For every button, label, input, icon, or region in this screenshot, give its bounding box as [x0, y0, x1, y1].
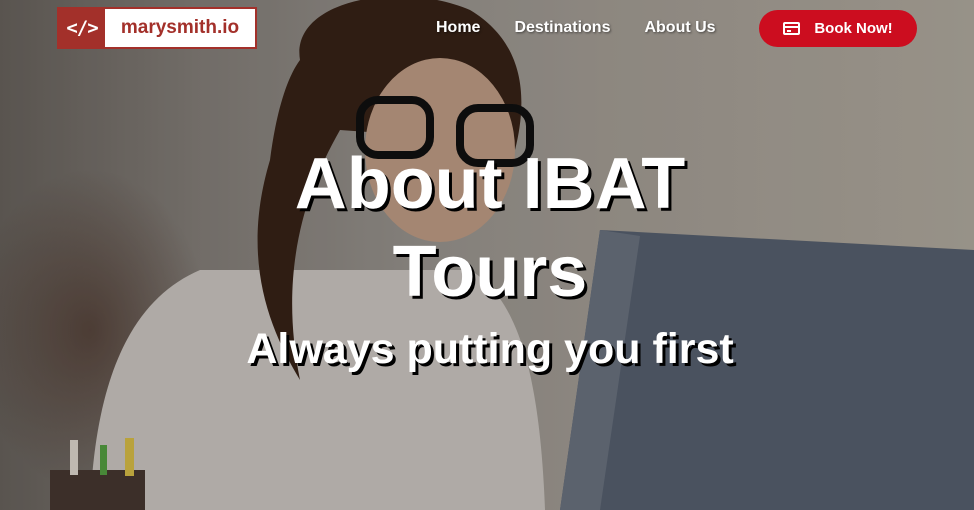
nav-link-about-us[interactable]: About Us	[644, 19, 715, 37]
nav-link-destinations[interactable]: Destinations	[514, 19, 610, 37]
book-now-button[interactable]: Book Now!	[759, 10, 917, 47]
page-title-line1: About IBAT	[294, 144, 686, 224]
main-nav: Home Destinations About Us	[436, 19, 750, 37]
credit-card-icon	[783, 22, 801, 35]
page-title: About IBAT Tours	[190, 140, 790, 316]
site-logo[interactable]: </> marysmith.io	[57, 7, 257, 49]
code-icon: </>	[59, 9, 105, 47]
page-title-line2: Tours	[392, 232, 588, 312]
hero-section: </> marysmith.io Home Destinations About…	[0, 0, 974, 510]
page-subtitle: Always putting you first	[246, 325, 734, 373]
logo-text: marysmith.io	[120, 17, 240, 38]
book-now-label: Book Now!	[814, 20, 893, 37]
nav-link-home[interactable]: Home	[436, 19, 480, 37]
